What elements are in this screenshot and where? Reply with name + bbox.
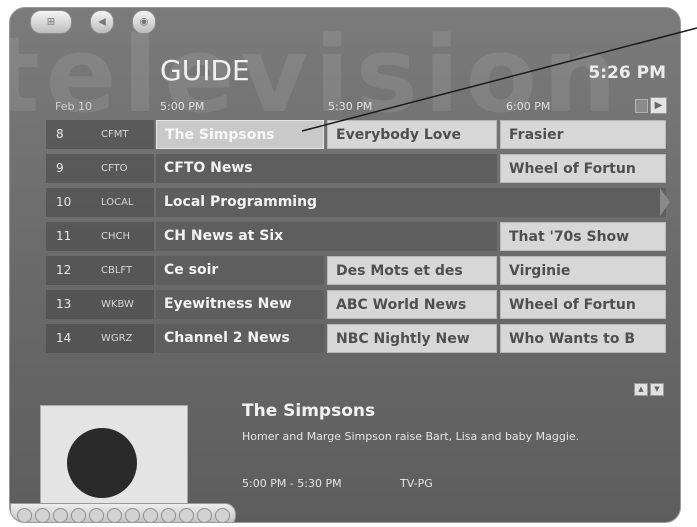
channel-number: 11 bbox=[56, 229, 72, 243]
mute-button[interactable] bbox=[215, 508, 230, 522]
scroll-down-button[interactable]: ▼ bbox=[650, 383, 664, 396]
clock: 5:26 PM bbox=[588, 63, 666, 83]
channel-callsign: WKBW bbox=[101, 299, 134, 310]
fast-forward-button[interactable] bbox=[125, 508, 140, 522]
channel-down-button[interactable] bbox=[161, 508, 176, 522]
channel-callsign: CFTO bbox=[101, 163, 128, 174]
scroll-up-button[interactable]: ▲ bbox=[634, 383, 648, 396]
program-cell[interactable]: CFTO News bbox=[156, 154, 497, 183]
channel-callsign: LOCAL bbox=[101, 197, 134, 208]
channel-number: 9 bbox=[56, 161, 64, 175]
program-grid: 8 CFMT The Simpsons Everybody Love Frasi… bbox=[46, 120, 670, 358]
program-cell[interactable]: CH News at Six bbox=[156, 222, 497, 251]
channel-callsign: CBLFT bbox=[101, 265, 133, 276]
channel-row: 14 WGRZ Channel 2 News NBC Nightly New W… bbox=[46, 324, 666, 353]
program-airtime: 5:00 PM - 5:30 PM bbox=[242, 477, 342, 490]
skip-back-button[interactable] bbox=[89, 508, 104, 522]
back-arrow-icon: ◀ bbox=[98, 16, 106, 28]
channel-row: 11 CHCH CH News at Six That '70s Show bbox=[46, 222, 666, 251]
channel-number: 10 bbox=[56, 195, 72, 209]
windows-logo-icon: ⊞ bbox=[46, 16, 56, 28]
channel-number: 8 bbox=[56, 127, 64, 141]
transport-controls bbox=[10, 503, 236, 522]
back-button[interactable]: ◀ bbox=[90, 10, 114, 34]
channel-row: 9 CFTO CFTO News Wheel of Fortun bbox=[46, 154, 666, 183]
program-cell[interactable]: Wheel of Fortun bbox=[500, 290, 666, 319]
channel-number: 13 bbox=[56, 297, 72, 311]
continues-right-icon bbox=[660, 188, 670, 216]
channel-number: 14 bbox=[56, 331, 72, 345]
media-center-screen: television ⊞ ◀ ◉ GUIDE 5:26 PM Feb 10 5:… bbox=[9, 7, 681, 523]
page-next-button[interactable]: ▶ bbox=[650, 97, 667, 114]
home-icon: ◉ bbox=[139, 16, 149, 28]
page-previous-button[interactable] bbox=[635, 99, 648, 113]
program-cell[interactable]: Ce soir bbox=[156, 256, 324, 285]
skip-forward-button[interactable] bbox=[143, 508, 158, 522]
play-button[interactable] bbox=[71, 508, 86, 522]
stop-button[interactable] bbox=[35, 508, 50, 522]
program-cell[interactable]: Wheel of Fortun bbox=[500, 154, 666, 183]
volume-button[interactable] bbox=[197, 508, 212, 522]
channel-up-button[interactable] bbox=[179, 508, 194, 522]
thumbnail-art bbox=[67, 428, 137, 498]
program-cell[interactable]: The Simpsons bbox=[156, 120, 324, 149]
start-button[interactable]: ⊞ bbox=[30, 10, 72, 34]
program-rating: TV-PG bbox=[400, 477, 433, 490]
time-slot-header: 5:30 PM bbox=[328, 100, 373, 113]
program-cell[interactable]: Who Wants to B bbox=[500, 324, 666, 353]
program-cell[interactable]: Local Programming bbox=[156, 188, 666, 217]
pause-button[interactable] bbox=[53, 508, 68, 522]
program-cell[interactable]: Eyewitness New bbox=[156, 290, 324, 319]
channel-callsign: CFMT bbox=[101, 129, 129, 140]
home-button[interactable]: ◉ bbox=[132, 10, 156, 34]
program-cell[interactable]: Virginie bbox=[500, 256, 666, 285]
channel-row: 8 CFMT The Simpsons Everybody Love Frasi… bbox=[46, 120, 666, 149]
program-cell[interactable]: Channel 2 News bbox=[156, 324, 324, 353]
program-description: Homer and Marge Simpson raise Bart, Lisa… bbox=[242, 430, 580, 443]
channel-callsign: CHCH bbox=[101, 231, 131, 242]
channel-number: 12 bbox=[56, 263, 72, 277]
program-cell[interactable]: Des Mots et des bbox=[327, 256, 497, 285]
program-thumbnail bbox=[40, 405, 188, 511]
rewind-button[interactable] bbox=[107, 508, 122, 522]
program-detail-title: The Simpsons bbox=[242, 401, 376, 421]
program-cell[interactable]: ABC World News bbox=[327, 290, 497, 319]
program-cell[interactable]: Everybody Love bbox=[327, 120, 497, 149]
record-button[interactable] bbox=[17, 508, 32, 522]
program-cell[interactable]: NBC Nightly New bbox=[327, 324, 497, 353]
program-cell[interactable]: Frasier bbox=[500, 120, 666, 149]
channel-row: 12 CBLFT Ce soir Des Mots et des Virgini… bbox=[46, 256, 666, 285]
time-slot-header: 6:00 PM bbox=[506, 100, 551, 113]
channel-row: 10 LOCAL Local Programming bbox=[46, 188, 670, 217]
page-title: GUIDE bbox=[160, 54, 250, 87]
channel-row: 13 WKBW Eyewitness New ABC World News Wh… bbox=[46, 290, 666, 319]
channel-callsign: WGRZ bbox=[101, 333, 133, 344]
time-slot-header: 5:00 PM bbox=[160, 100, 205, 113]
program-cell[interactable]: That '70s Show bbox=[500, 222, 666, 251]
guide-date: Feb 10 bbox=[55, 100, 92, 113]
